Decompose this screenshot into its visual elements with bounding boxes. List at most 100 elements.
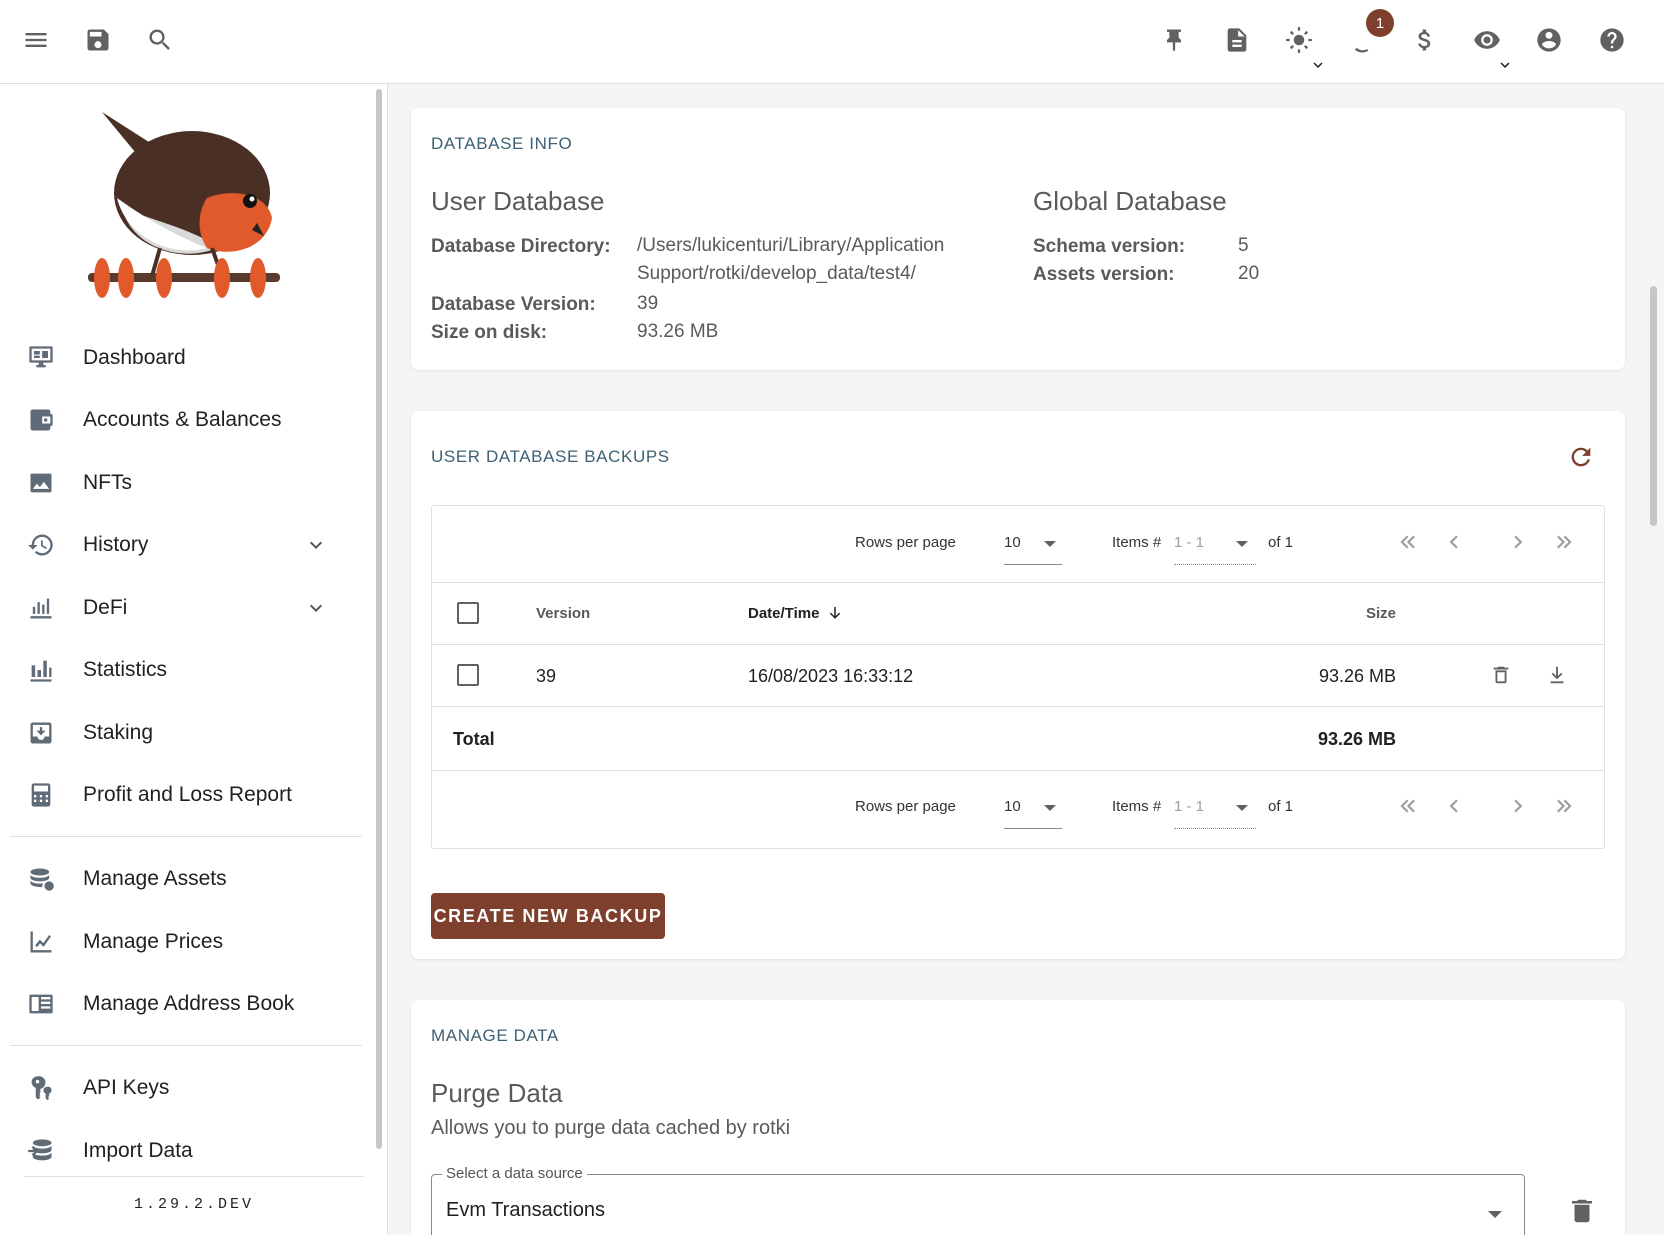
sidebar-item-accounts-balances[interactable]: Accounts & Balances <box>10 392 364 448</box>
assets-version-value: 20 <box>1238 263 1260 284</box>
dropdown-caret-icon[interactable] <box>1488 1211 1502 1218</box>
database-info-card: DATABASE INFO User Database Database Dir… <box>411 108 1625 370</box>
address-book-icon <box>26 989 56 1019</box>
backup-size-cell: 93.26 MB <box>1318 666 1396 686</box>
menu-icon[interactable] <box>16 20 56 60</box>
items-range-caret-icon[interactable] <box>1236 805 1248 811</box>
delete-icon[interactable] <box>1490 664 1514 688</box>
chevron-down-icon[interactable] <box>304 533 328 557</box>
refresh-icon[interactable] <box>1567 443 1595 471</box>
sidebar-item-manage-address-book[interactable]: Manage Address Book <box>10 976 364 1032</box>
user-database-backups-card: USER DATABASE BACKUPS Rows per page 10 I… <box>411 411 1625 959</box>
card-title: DATABASE INFO <box>431 134 573 153</box>
first-page-icon[interactable] <box>1394 792 1422 820</box>
sidebar-item-label: Statistics <box>83 658 168 681</box>
sidebar-item-staking[interactable]: Staking <box>10 705 364 761</box>
sidebar-item-label: Staking <box>83 721 154 744</box>
sidebar-item-label: Profit and Loss Report <box>83 783 292 806</box>
search-icon[interactable] <box>140 20 180 60</box>
select-underline <box>1174 828 1256 829</box>
table-pagination-top: Rows per page 10 Items # 1 - 1 of 1 <box>432 506 1604 582</box>
purge-data-heading: Purge Data <box>431 1078 563 1108</box>
purge-data-description: Allows you to purge data cached by rotki <box>431 1117 791 1139</box>
row-divider <box>432 770 1604 771</box>
sort-arrow-down-icon[interactable] <box>826 604 844 622</box>
row-divider <box>432 644 1604 645</box>
save-icon[interactable] <box>78 20 118 60</box>
backup-datetime-cell: 16/08/2023 16:33:12 <box>748 666 914 686</box>
user-db-heading: User Database <box>431 186 605 216</box>
first-page-icon[interactable] <box>1394 528 1422 556</box>
history-icon <box>26 530 56 560</box>
line-chart-icon <box>26 927 56 957</box>
last-page-icon[interactable] <box>1550 528 1578 556</box>
column-header-size[interactable]: Size <box>1276 605 1396 622</box>
rows-per-page-caret-icon[interactable] <box>1044 541 1056 547</box>
column-header-version[interactable]: Version <box>536 605 590 622</box>
items-range-select[interactable]: 1 - 1 <box>1174 798 1204 815</box>
sidebar-item-api-keys[interactable]: API Keys <box>10 1060 364 1116</box>
coins-icon <box>26 864 56 894</box>
defi-chart-icon <box>26 593 56 623</box>
sidebar-item-label: Import Data <box>83 1139 193 1162</box>
pin-icon[interactable] <box>1154 20 1194 60</box>
sidebar-item-history[interactable]: History <box>10 517 364 573</box>
select-underline <box>1004 828 1062 829</box>
sidebar-item-manage-prices[interactable]: Manage Prices <box>10 914 364 970</box>
last-page-icon[interactable] <box>1550 792 1578 820</box>
create-new-backup-button[interactable]: CREATE NEW BACKUP <box>431 893 665 939</box>
assets-version-label: Assets version: <box>1033 264 1175 285</box>
column-header-datetime[interactable]: Date/Time <box>748 605 819 622</box>
schema-version-value: 5 <box>1238 235 1249 256</box>
bar-chart-icon <box>26 655 56 685</box>
sidebar-item-label: NFTs <box>83 471 132 494</box>
size-on-disk-label: Size on disk: <box>431 322 548 343</box>
purge-delete-icon[interactable] <box>1567 1196 1597 1226</box>
select-all-checkbox[interactable] <box>457 602 479 624</box>
backups-table: Rows per page 10 Items # 1 - 1 of 1 Vers… <box>431 505 1605 849</box>
notes-icon[interactable] <box>1217 20 1257 60</box>
sidebar-item-label: Manage Address Book <box>83 992 295 1015</box>
sidebar-item-label: History <box>83 533 149 556</box>
sidebar-item-nfts[interactable]: NFTs <box>10 455 364 511</box>
backup-version-cell: 39 <box>536 666 557 686</box>
data-source-select[interactable]: Select a data source Evm Transactions <box>431 1165 1525 1235</box>
sidebar-item-statistics[interactable]: Statistics <box>10 642 364 698</box>
sidebar-divider <box>10 836 362 837</box>
sidebar-item-manage-assets[interactable]: Manage Assets <box>10 851 364 907</box>
previous-page-icon[interactable] <box>1440 792 1468 820</box>
chevron-down-icon[interactable] <box>304 596 328 620</box>
items-range-caret-icon[interactable] <box>1236 541 1248 547</box>
download-icon[interactable] <box>1546 664 1570 688</box>
row-divider <box>432 706 1604 707</box>
sidebar-item-profit-loss-report[interactable]: Profit and Loss Report <box>10 767 364 823</box>
theme-chevron-down-icon[interactable] <box>1305 52 1331 78</box>
main-scrollbar[interactable] <box>1650 286 1657 526</box>
table-pagination-bottom: Rows per page 10 Items # 1 - 1 of 1 <box>432 772 1604 848</box>
currency-icon[interactable] <box>1405 20 1445 60</box>
row-checkbox[interactable] <box>457 664 479 686</box>
sidebar-scrollbar[interactable] <box>376 89 382 1149</box>
account-icon[interactable] <box>1529 20 1569 60</box>
previous-page-icon[interactable] <box>1440 528 1468 556</box>
items-label: Items # <box>1112 798 1162 815</box>
rows-per-page-select[interactable]: 10 <box>1004 534 1021 551</box>
sidebar-divider <box>24 1176 364 1177</box>
help-icon[interactable] <box>1592 20 1632 60</box>
privacy-chevron-down-icon[interactable] <box>1492 52 1518 78</box>
sidebar-item-defi[interactable]: DeFi <box>10 580 364 636</box>
global-db-heading: Global Database <box>1033 186 1227 216</box>
rotki-logo <box>88 112 280 298</box>
select-underline <box>1004 564 1062 565</box>
rows-per-page-caret-icon[interactable] <box>1044 805 1056 811</box>
sidebar-item-dashboard[interactable]: Dashboard <box>10 330 364 386</box>
next-page-icon[interactable] <box>1504 528 1532 556</box>
manage-data-card: MANAGE DATA Purge Data Allows you to pur… <box>411 1000 1625 1235</box>
sidebar-item-label: API Keys <box>83 1076 170 1099</box>
notification-badge: 1 <box>1366 9 1394 37</box>
items-range-select[interactable]: 1 - 1 <box>1174 534 1204 551</box>
rows-per-page-select[interactable]: 10 <box>1004 798 1021 815</box>
next-page-icon[interactable] <box>1504 792 1532 820</box>
sidebar-item-import-data[interactable]: Import Data <box>10 1123 364 1179</box>
db-directory-value: /Users/lukicenturi/Library/Application S… <box>637 235 945 284</box>
